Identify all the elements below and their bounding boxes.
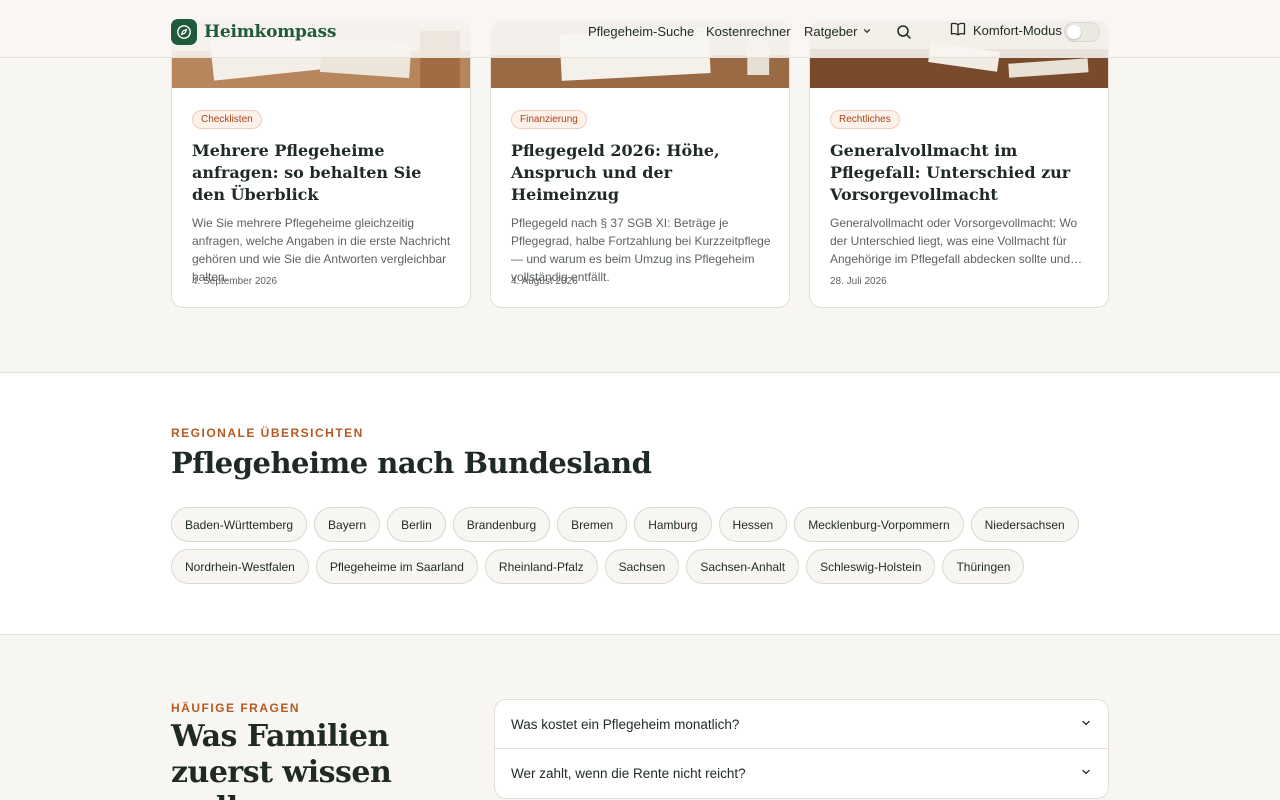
faq-item[interactable]: Wer zahlt, wenn die Rente nicht reicht? [495,749,1108,798]
toggle-knob [1067,25,1081,39]
article-tag: Checklisten [192,110,262,129]
state-chip-list: Baden-Württemberg Bayern Berlin Brandenburg… [171,507,1111,584]
state-chip[interactable]: Pflegeheime im Saarland [315,549,478,584]
state-chip[interactable]: Brandenburg [452,507,551,542]
komfort-mode-control[interactable]: Komfort-Modus [950,22,1062,39]
state-chip[interactable]: Sachsen [604,549,680,584]
state-chip[interactable]: Nordrhein-Westfalen [171,549,309,584]
faq-eyebrow: HÄUFIGE FRAGEN [171,701,300,715]
article-tag: Rechtliches [830,110,900,129]
faq-question: Was kostet ein Pflegeheim monatlich? [511,716,740,732]
article-card[interactable]: Checklisten Mehrere Pflegeheime anfragen… [171,20,471,308]
article-card[interactable]: Finanzierung Pflegegeld 2026: Höhe, Ansp… [490,20,790,308]
chevron-down-icon [1080,717,1092,732]
article-date: 28. Juli 2026 [830,276,887,287]
article-title[interactable]: Mehrere Pflegeheime anfragen: so behalte… [192,140,452,206]
state-chip[interactable]: Baden-Württemberg [171,507,308,542]
faq-question: Wer zahlt, wenn die Rente nicht reicht? [511,766,746,781]
faq-title: Was Familien zuerst wissen wollen [171,719,392,800]
state-chip[interactable]: Sachsen-Anhalt [686,549,800,584]
chevron-down-icon [862,24,872,39]
state-chip[interactable]: Rheinland-Pfalz [484,549,598,584]
komfort-mode-toggle[interactable] [1064,22,1100,42]
faq-accordion: Was kostet ein Pflegeheim monatlich? Wer … [494,699,1109,799]
state-chip[interactable]: Berlin [387,507,446,542]
regional-title: Pflegeheime nach Bundesland [171,446,652,480]
article-excerpt: Generalvollmacht oder Vorsorgevollmacht:… [830,216,1078,266]
brand-logo[interactable]: Heimkompass [171,19,336,45]
nav-ratgeber[interactable]: Ratgeber [804,24,872,39]
article-card[interactable]: Rechtliches Generalvollmacht im Pflegefa… [809,20,1109,308]
state-chip[interactable]: Hamburg [634,507,712,542]
chevron-down-icon [1080,766,1092,781]
article-title[interactable]: Pflegegeld 2026: Höhe, Anspruch und der … [511,140,771,206]
site-header: Heimkompass Pflegeheim-Suche Kostenrechn… [0,0,1280,58]
article-title[interactable]: Generalvollmacht im Pflegefall: Untersch… [830,140,1090,206]
article-date: 4. September 2026 [192,276,278,287]
state-chip[interactable]: Niedersachsen [970,507,1079,542]
article-tag: Finanzierung [511,110,587,129]
brand-name: Heimkompass [204,22,337,42]
regional-section: REGIONALE ÜBERSICHTEN Pflegeheime nach B… [0,372,1280,635]
nav-pflegeheim-suche[interactable]: Pflegeheim-Suche [588,24,694,39]
article-date: 4. August 2026 [511,276,578,287]
komfort-mode-label: Komfort-Modus [973,23,1062,38]
regional-eyebrow: REGIONALE ÜBERSICHTEN [171,426,364,440]
search-icon[interactable] [896,24,912,45]
compass-icon [171,19,197,45]
state-chip[interactable]: Schleswig-Holstein [806,549,936,584]
state-chip[interactable]: Bayern [314,507,381,542]
book-icon [950,22,966,39]
nav-ratgeber-label: Ratgeber [804,24,858,39]
nav-kostenrechner[interactable]: Kostenrechner [706,24,791,39]
state-chip[interactable]: Mecklenburg-Vorpommern [794,507,964,542]
state-chip[interactable]: Hessen [718,507,788,542]
state-chip[interactable]: Bremen [557,507,628,542]
faq-item[interactable]: Was kostet ein Pflegeheim monatlich? [495,700,1108,749]
state-chip[interactable]: Thüringen [942,549,1025,584]
